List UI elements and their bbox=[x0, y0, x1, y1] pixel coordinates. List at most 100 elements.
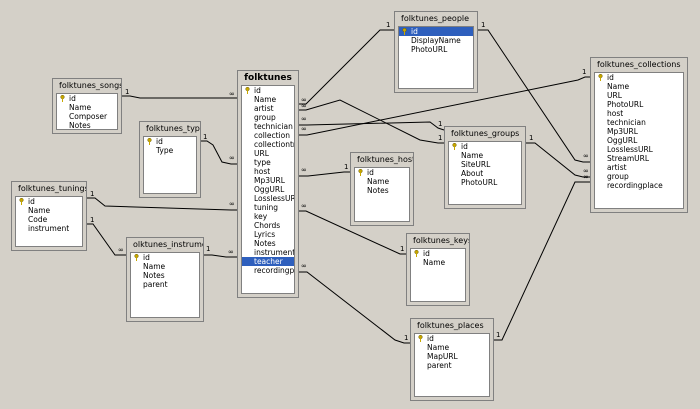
column-row-id[interactable]: id bbox=[595, 73, 683, 82]
column-row-name[interactable]: Name bbox=[242, 95, 294, 104]
primary-key-icon bbox=[418, 335, 423, 342]
column-row-parent[interactable]: parent bbox=[415, 361, 489, 370]
column-row-technician[interactable]: technician bbox=[242, 122, 294, 131]
table-folktunes-collections[interactable]: folktunes_collections id Name URL PhotoURL h… bbox=[590, 57, 688, 213]
cardinality-one-label: 1 bbox=[90, 190, 94, 198]
column-row-tuning[interactable]: tuning bbox=[242, 203, 294, 212]
column-row-collectiontrac[interactable]: collectiontrac bbox=[242, 140, 294, 149]
column-row-host[interactable]: host bbox=[242, 167, 294, 176]
relationship-line-3[interactable] bbox=[87, 197, 237, 211]
column-name: id bbox=[411, 27, 418, 36]
column-row-name[interactable]: Name bbox=[355, 177, 409, 186]
column-row-name[interactable]: Name bbox=[16, 206, 82, 215]
relationship-line-12[interactable] bbox=[299, 271, 410, 344]
column-row-losslessurl[interactable]: LosslessURL bbox=[595, 145, 683, 154]
table-folktunes[interactable]: folktunes id Name artist group technician col… bbox=[237, 70, 299, 298]
column-row-id[interactable]: id bbox=[399, 27, 473, 36]
column-row-id[interactable]: id bbox=[355, 168, 409, 177]
table-folktunes-songs[interactable]: folktunes_songs id Name Composer Notes bbox=[52, 78, 122, 134]
column-row-siteurl[interactable]: SiteURL bbox=[449, 160, 521, 169]
column-row-id[interactable]: id bbox=[16, 197, 82, 206]
column-row-id[interactable]: id bbox=[449, 142, 521, 151]
column-row-recordingplac[interactable]: recordingplac bbox=[242, 266, 294, 275]
table-title: olktunes_instrumen bbox=[133, 240, 203, 249]
column-row-photourl[interactable]: PhotoURL bbox=[595, 100, 683, 109]
column-row-mp3url[interactable]: Mp3URL bbox=[595, 127, 683, 136]
table-folktunes-tunings[interactable]: folktunes_tunings id Name Code instrument bbox=[11, 181, 87, 251]
column-row-name[interactable]: Name bbox=[411, 258, 465, 267]
column-list: id Type bbox=[143, 136, 197, 194]
column-row-name[interactable]: Name bbox=[449, 151, 521, 160]
column-row-mapurl[interactable]: MapURL bbox=[415, 352, 489, 361]
column-row-host[interactable]: host bbox=[595, 109, 683, 118]
relationship-line-6[interactable] bbox=[299, 29, 394, 105]
table-folktunes-types[interactable]: folktunes_types idType bbox=[139, 121, 201, 198]
column-row-id[interactable]: id bbox=[242, 86, 294, 95]
column-name: type bbox=[254, 158, 271, 167]
cardinality-one-label: 1 bbox=[90, 216, 94, 224]
column-row-name[interactable]: Name bbox=[57, 103, 117, 112]
column-row-id[interactable]: id bbox=[57, 94, 117, 103]
table-folktunes-places[interactable]: folktunes_places id Name MapURL parent bbox=[410, 318, 494, 401]
column-row-id[interactable]: id bbox=[415, 334, 489, 343]
column-name: group bbox=[254, 113, 276, 122]
table-folktunes-keys[interactable]: folktunes_keys id Name bbox=[406, 233, 470, 306]
column-row-photourl[interactable]: PhotoURL bbox=[399, 45, 473, 54]
column-row-code[interactable]: Code bbox=[16, 215, 82, 224]
column-row-technician[interactable]: technician bbox=[595, 118, 683, 127]
table-folktunes-instruments[interactable]: olktunes_instrumen idNameNotesparent bbox=[126, 237, 204, 322]
column-row-type[interactable]: Type bbox=[144, 146, 196, 155]
column-row-id[interactable]: id bbox=[144, 137, 196, 146]
column-row-key[interactable]: key bbox=[242, 212, 294, 221]
column-row-name[interactable]: Name bbox=[131, 262, 199, 271]
column-row-name[interactable]: Name bbox=[595, 82, 683, 91]
column-row-losslessurl[interactable]: LosslessURL bbox=[242, 194, 294, 203]
column-name: id bbox=[156, 137, 163, 146]
column-row-artist[interactable]: artist bbox=[595, 163, 683, 172]
relationship-line-1[interactable] bbox=[122, 95, 237, 99]
column-row-oggurl[interactable]: OggURL bbox=[595, 136, 683, 145]
cardinality-one-label: 1 bbox=[438, 134, 442, 142]
column-name: Notes bbox=[367, 186, 389, 195]
column-row-chords[interactable]: Chords bbox=[242, 221, 294, 230]
table-folktunes-people[interactable]: folktunes_people id DisplayName PhotoURL bbox=[394, 11, 478, 93]
column-name: parent bbox=[143, 280, 168, 289]
table-title: folktunes_places bbox=[417, 321, 484, 330]
column-row-notes[interactable]: Notes bbox=[355, 186, 409, 195]
column-row-notes[interactable]: Notes bbox=[57, 121, 117, 129]
column-row-collection[interactable]: collection bbox=[242, 131, 294, 140]
column-row-mp3url[interactable]: Mp3URL bbox=[242, 176, 294, 185]
column-row-teacher[interactable]: teacher bbox=[242, 257, 294, 266]
column-row-instrument[interactable]: instrument bbox=[16, 224, 82, 233]
column-row-parent[interactable]: parent bbox=[131, 280, 199, 289]
column-row-group[interactable]: group bbox=[595, 172, 683, 181]
column-row-streamurl[interactable]: StreamURL bbox=[595, 154, 683, 163]
relationship-line-14[interactable] bbox=[526, 142, 590, 178]
column-row-about[interactable]: About bbox=[449, 169, 521, 178]
cardinality-one-label: 1 bbox=[125, 88, 129, 96]
column-row-group[interactable]: group bbox=[242, 113, 294, 122]
column-row-composer[interactable]: Composer bbox=[57, 112, 117, 121]
cardinality-many-label: ∞ bbox=[301, 102, 307, 110]
column-row-oggurl[interactable]: OggURL bbox=[242, 185, 294, 194]
column-row-photourl[interactable]: PhotoURL bbox=[449, 178, 521, 187]
column-row-id[interactable]: id bbox=[411, 249, 465, 258]
column-name: technician bbox=[607, 118, 646, 127]
column-list: id Name bbox=[410, 248, 466, 302]
column-row-type[interactable]: type bbox=[242, 158, 294, 167]
column-list: id Name Notes parent bbox=[130, 252, 200, 318]
table-folktunes-groups[interactable]: folktunes_groups id Name SiteURL About Photo… bbox=[444, 126, 526, 209]
table-folktunes-hosts[interactable]: folktunes_hosts idNameNotes bbox=[350, 152, 414, 226]
column-row-displayname[interactable]: DisplayName bbox=[399, 36, 473, 45]
column-row-artist[interactable]: artist bbox=[242, 104, 294, 113]
column-row-notes[interactable]: Notes bbox=[242, 239, 294, 248]
relationship-line-8[interactable] bbox=[299, 121, 445, 131]
column-row-recordingplace[interactable]: recordingplace bbox=[595, 181, 683, 190]
column-row-name[interactable]: Name bbox=[415, 343, 489, 352]
column-row-instrument[interactable]: instrument bbox=[242, 248, 294, 257]
column-row-notes[interactable]: Notes bbox=[131, 271, 199, 280]
column-row-lyrics[interactable]: Lyrics bbox=[242, 230, 294, 239]
column-row-id[interactable]: id bbox=[131, 253, 199, 262]
column-row-url[interactable]: URL bbox=[242, 149, 294, 158]
column-row-url[interactable]: URL bbox=[595, 91, 683, 100]
